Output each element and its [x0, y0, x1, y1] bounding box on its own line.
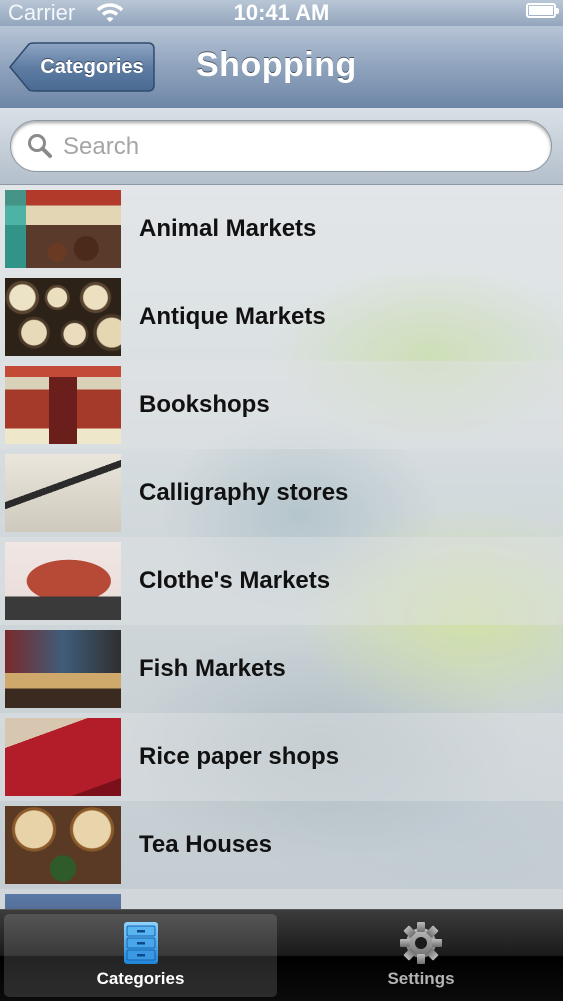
file-cabinet-icon [122, 920, 160, 971]
clothes-markets-thumbnail [5, 542, 121, 620]
list-item[interactable]: Bookshops [0, 361, 563, 449]
tab-categories[interactable]: Categories [4, 914, 277, 997]
battery-icon [526, 3, 559, 18]
list-item-label: Tea Houses [139, 831, 272, 858]
search-icon [27, 133, 53, 164]
list-item-label: Bookshops [139, 391, 270, 418]
bookshops-thumbnail [5, 366, 121, 444]
status-time: 10:41 AM [233, 0, 330, 25]
list-item-label: Rice paper shops [139, 743, 340, 770]
list-item[interactable]: Fish Markets [0, 625, 563, 713]
back-button[interactable]: Categories [9, 42, 155, 92]
list-item-label: Animal Markets [139, 215, 317, 242]
list-item[interactable]: Antique Markets [0, 273, 563, 361]
partial-thumbnail [5, 894, 121, 909]
back-button-label: Categories [40, 56, 144, 78]
animal-markets-thumbnail [5, 190, 121, 268]
list-item[interactable]: Animal Markets [0, 185, 563, 273]
list-item[interactable]: Tea Houses [0, 801, 563, 889]
tab-categories-label: Categories [96, 969, 185, 988]
list-item-label: Clothe's Markets [139, 567, 331, 594]
navigation-bar: Categories Shopping [0, 26, 563, 109]
antique-markets-thumbnail [5, 278, 121, 356]
tab-settings-label: Settings [387, 969, 455, 988]
list-item-label: Calligraphy stores [139, 479, 349, 506]
category-list: Animal Markets Antique Markets Bookshops… [0, 185, 563, 909]
fish-markets-thumbnail [5, 630, 121, 708]
tab-settings[interactable]: Settings [281, 914, 561, 997]
search-bar [0, 108, 563, 185]
list-item[interactable]: Calligraphy stores [0, 449, 563, 537]
tea-houses-thumbnail [5, 806, 121, 884]
gear-icon [398, 920, 444, 971]
list-item[interactable]: Rice paper shops [0, 713, 563, 801]
calligraphy-stores-thumbnail [5, 454, 121, 532]
list-item-partial[interactable] [0, 889, 563, 909]
rice-paper-shops-thumbnail [5, 718, 121, 796]
list-item-label: Fish Markets [139, 655, 286, 682]
tab-bar: Categories Settings [0, 909, 563, 1001]
search-input[interactable] [61, 129, 525, 165]
status-bar: Carrier 10:41 AM [0, 0, 563, 26]
page-title: Shopping [196, 46, 357, 84]
list-item-label: Antique Markets [139, 303, 326, 330]
list-item[interactable]: Clothe's Markets [0, 537, 563, 625]
search-field[interactable] [10, 120, 552, 172]
